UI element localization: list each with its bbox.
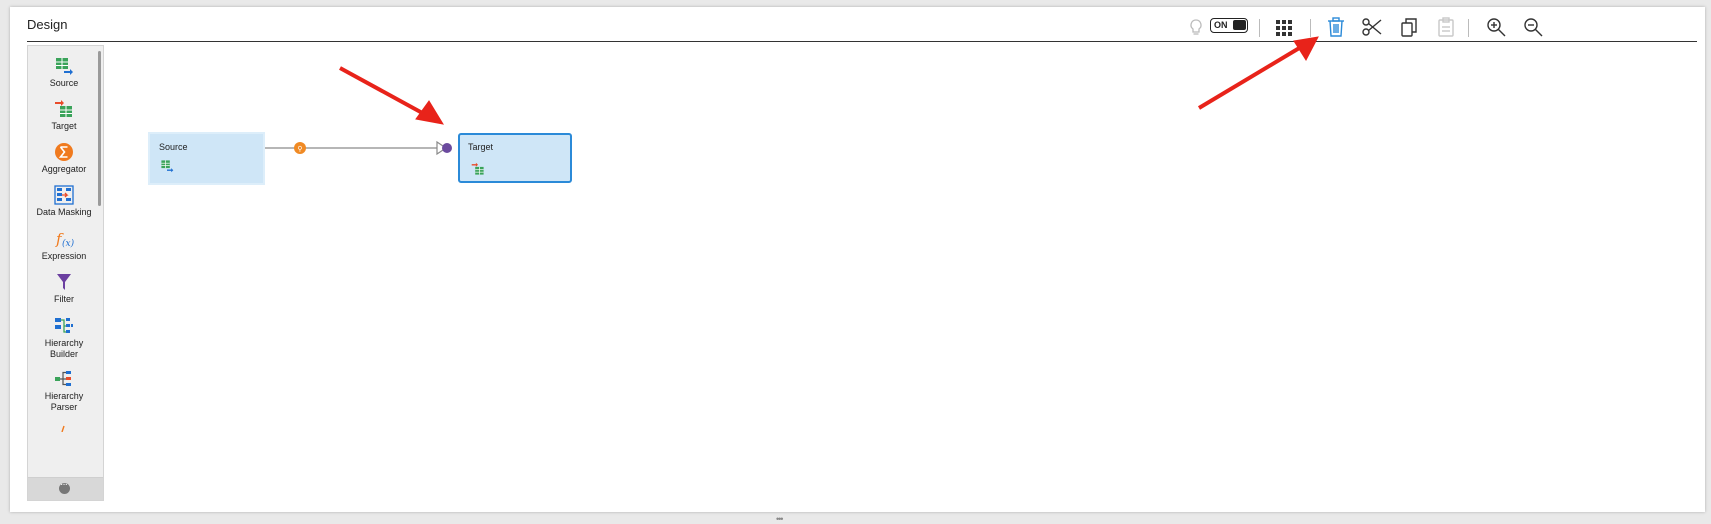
source-icon — [161, 160, 174, 173]
target-icon — [471, 162, 484, 175]
source-node[interactable]: Source — [148, 132, 265, 185]
node-label: Target — [468, 142, 494, 152]
target-node[interactable]: Target — [458, 133, 572, 183]
annotation-arrow-delete — [1197, 36, 1319, 110]
target-input-port — [442, 143, 452, 153]
panel-resize-handle[interactable]: ••• — [776, 514, 784, 524]
mapping-canvas: ⚲ — [252, 36, 1319, 156]
node-label: Source — [159, 142, 188, 152]
link-rule-icon-glyph: ⚲ — [297, 145, 302, 153]
design-panel: Design ON Source Target Aggregator Data … — [10, 7, 1705, 512]
annotation-arrow-target — [339, 66, 445, 125]
